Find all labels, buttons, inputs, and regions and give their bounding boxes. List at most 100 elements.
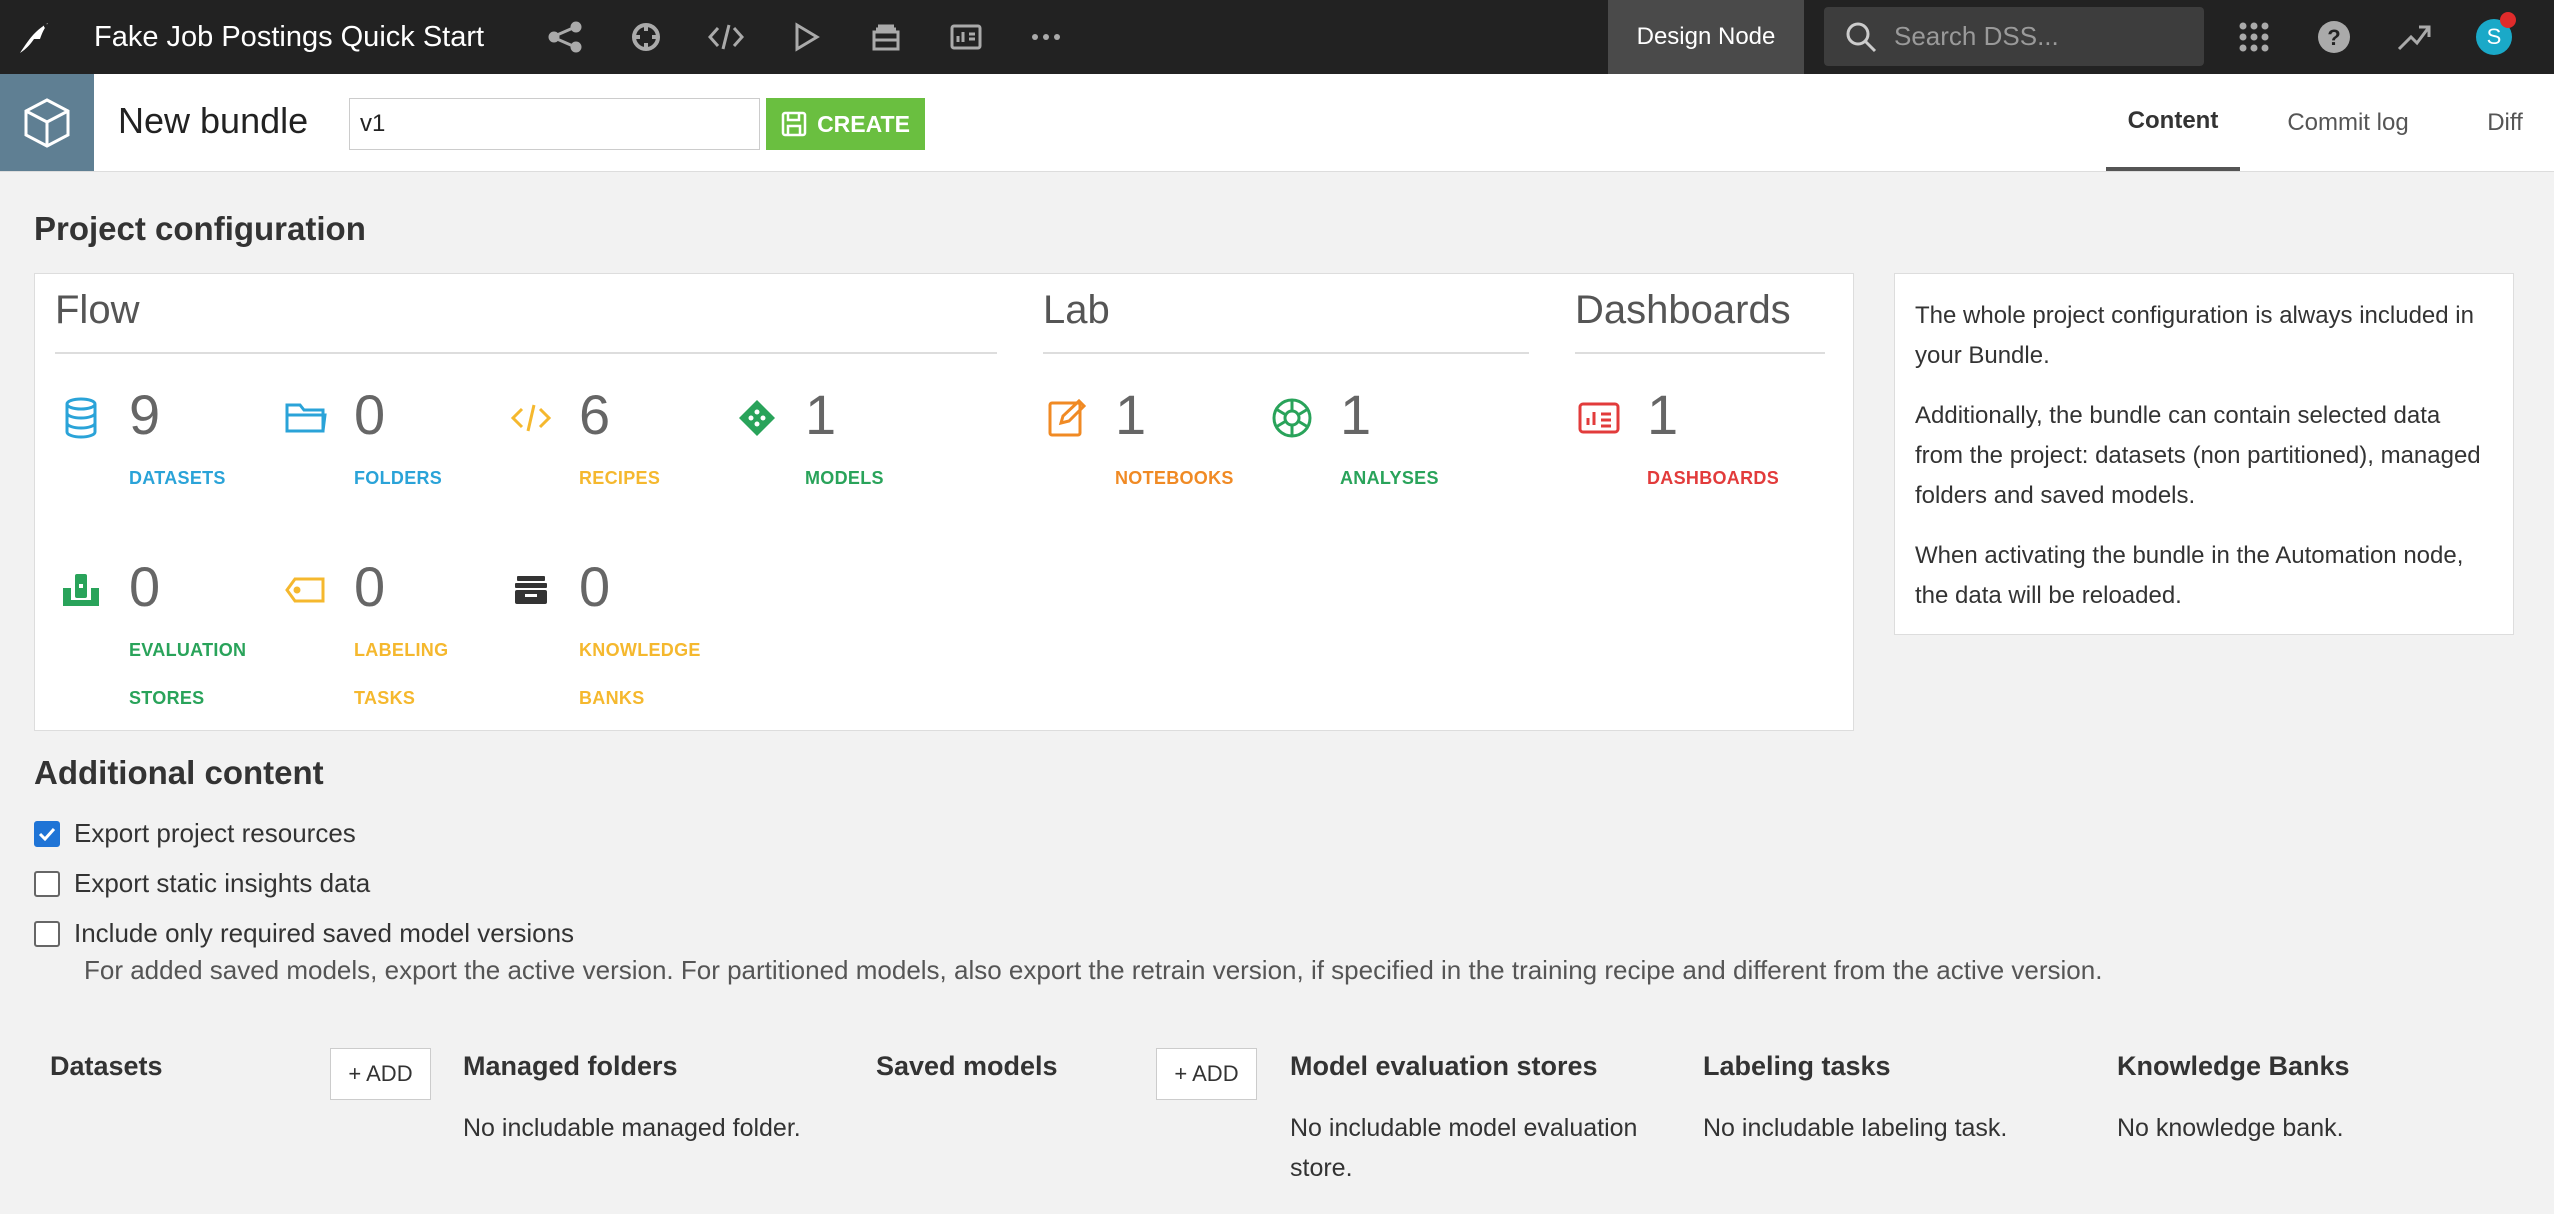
dashboards-group-title: Dashboards xyxy=(1575,288,1791,332)
recipes-count: 6 xyxy=(579,383,611,446)
export-project-resources-checkbox[interactable] xyxy=(34,820,60,847)
lab-icon[interactable] xyxy=(606,0,686,74)
dataiku-logo-icon[interactable] xyxy=(0,0,68,74)
folders-label: FOLDERS xyxy=(354,468,443,488)
tab-commit-log[interactable]: Commit log xyxy=(2268,74,2428,171)
evaluation-store-icon xyxy=(59,568,103,612)
run-icon[interactable] xyxy=(766,0,846,74)
labeling-tasks-column-title: Labeling tasks xyxy=(1703,1051,1891,1081)
datasets-count: 9 xyxy=(129,383,161,446)
stat-labeling-tasks[interactable]: 0 LABELING TASKS xyxy=(284,555,494,708)
notebook-icon xyxy=(1045,396,1089,440)
svg-text:?: ? xyxy=(2327,25,2340,50)
include-required-model-versions-label: Include only required saved model versio… xyxy=(74,918,575,948)
tab-content[interactable]: Content xyxy=(2106,74,2240,171)
search-input[interactable]: Search DSS... xyxy=(1894,21,2059,52)
create-button[interactable]: CREATE xyxy=(766,98,925,150)
saved-models-note: For added saved models, export the activ… xyxy=(84,955,2103,985)
label-tag-icon xyxy=(284,568,328,612)
stat-analyses[interactable]: 1 ANALYSES xyxy=(1270,383,1480,512)
knowledge-banks-count: 0 xyxy=(579,555,611,618)
include-required-model-versions-option[interactable]: Include only required saved model versio… xyxy=(34,918,574,949)
evaluation-stores-count: 0 xyxy=(129,555,161,618)
folder-icon xyxy=(284,396,328,440)
add-saved-model-button[interactable]: + ADD xyxy=(1156,1048,1257,1100)
help-icon[interactable]: ? xyxy=(2294,0,2374,74)
managed-folders-column-title: Managed folders xyxy=(463,1051,678,1081)
analysis-icon xyxy=(1270,396,1314,440)
include-required-model-versions-checkbox[interactable] xyxy=(34,920,60,947)
dashboards-divider xyxy=(1575,352,1825,354)
create-button-label: CREATE xyxy=(817,110,910,137)
lab-divider xyxy=(1043,352,1529,354)
info-paragraph: When activating the bundle in the Automa… xyxy=(1915,542,2464,609)
page-title: New bundle xyxy=(118,100,309,141)
stat-notebooks[interactable]: 1 NOTEBOOKS xyxy=(1045,383,1255,512)
database-icon xyxy=(59,396,103,440)
tab-diff[interactable]: Diff xyxy=(2470,74,2540,171)
export-static-insights-option[interactable]: Export static insights data xyxy=(34,868,370,899)
project-configuration-title: Project configuration xyxy=(34,210,366,247)
knowledge-bank-icon xyxy=(509,568,553,612)
search-icon xyxy=(1846,22,1877,52)
info-paragraph: The whole project configuration is alway… xyxy=(1915,302,2474,369)
evaluation-stores-label: EVALUATION STORES xyxy=(129,640,247,708)
stat-dashboards[interactable]: 1 DASHBOARDS xyxy=(1577,383,1787,512)
lab-group-title: Lab xyxy=(1043,288,1110,332)
stat-evaluation-stores[interactable]: 0 EVALUATION STORES xyxy=(59,555,269,708)
datasets-label: DATASETS xyxy=(129,468,226,488)
stat-knowledge-banks[interactable]: 0 KNOWLEDGE BANKS xyxy=(509,555,719,708)
stat-folders[interactable]: 0 FOLDERS xyxy=(284,383,494,512)
model-evaluation-stores-empty: No includable model evaluation store. xyxy=(1290,1114,1638,1182)
dashboards-label: DASHBOARDS xyxy=(1647,468,1780,488)
project-title[interactable]: Fake Job Postings Quick Start xyxy=(94,21,484,54)
knowledge-banks-empty: No knowledge bank. xyxy=(2117,1114,2344,1142)
notification-badge xyxy=(2500,12,2516,28)
additional-content-title: Additional content xyxy=(34,754,324,791)
flow-group-title: Flow xyxy=(55,288,140,332)
labeling-tasks-empty: No includable labeling task. xyxy=(1703,1114,2008,1142)
datasets-column-title: Datasets xyxy=(50,1051,163,1081)
export-static-insights-checkbox[interactable] xyxy=(34,870,60,897)
flow-divider xyxy=(55,352,997,354)
stat-models[interactable]: 1 MODELS xyxy=(735,383,945,512)
flow-icon[interactable] xyxy=(526,0,606,74)
top-navbar: Fake Job Postings Quick Start Design Nod… xyxy=(0,0,2554,74)
export-static-insights-label: Export static insights data xyxy=(74,868,371,898)
save-icon xyxy=(781,111,807,137)
stat-recipes[interactable]: 6 RECIPES xyxy=(509,383,719,512)
code-icon[interactable] xyxy=(686,0,766,74)
recipes-label: RECIPES xyxy=(579,468,661,488)
search-box[interactable]: Search DSS... xyxy=(1824,7,2204,66)
more-icon[interactable] xyxy=(1006,0,1086,74)
bundle-header: New bundle CREATE Content Commit log Dif… xyxy=(0,74,2554,172)
user-avatar[interactable]: S xyxy=(2454,0,2534,74)
knowledge-banks-column-title: Knowledge Banks xyxy=(2117,1051,2350,1081)
notebooks-count: 1 xyxy=(1115,383,1147,446)
dashboard-stat-icon xyxy=(1577,396,1621,440)
saved-models-column-title: Saved models xyxy=(876,1051,1058,1081)
checkmark-icon xyxy=(38,827,56,841)
project-configuration-panel: Flow Lab Dashboards 9 DATASETS 0 FOLDERS… xyxy=(34,273,1854,731)
folders-count: 0 xyxy=(354,383,386,446)
labeling-tasks-count: 0 xyxy=(354,555,386,618)
trending-icon[interactable] xyxy=(2374,0,2454,74)
model-evaluation-stores-column-title: Model evaluation stores xyxy=(1290,1051,1598,1081)
info-paragraph: Additionally, the bundle can contain sel… xyxy=(1915,402,2481,509)
managed-folders-empty: No includable managed folder. xyxy=(463,1114,801,1142)
design-node-label[interactable]: Design Node xyxy=(1608,0,1804,74)
code-recipe-icon xyxy=(509,396,553,440)
bundle-cube-icon xyxy=(0,74,94,171)
export-project-resources-label: Export project resources xyxy=(74,818,356,848)
bundle-info-box: The whole project configuration is alway… xyxy=(1894,273,2514,635)
wiki-icon[interactable] xyxy=(846,0,926,74)
export-project-resources-option[interactable]: Export project resources xyxy=(34,818,356,849)
labeling-tasks-label: LABELING TASKS xyxy=(354,640,449,708)
knowledge-banks-label: KNOWLEDGE BANKS xyxy=(579,640,701,708)
stat-datasets[interactable]: 9 DATASETS xyxy=(59,383,269,512)
add-dataset-button[interactable]: + ADD xyxy=(330,1048,431,1100)
apps-grid-icon[interactable] xyxy=(2214,0,2294,74)
models-count: 1 xyxy=(805,383,837,446)
dashboard-icon[interactable] xyxy=(926,0,1006,74)
bundle-version-input[interactable] xyxy=(349,98,760,150)
